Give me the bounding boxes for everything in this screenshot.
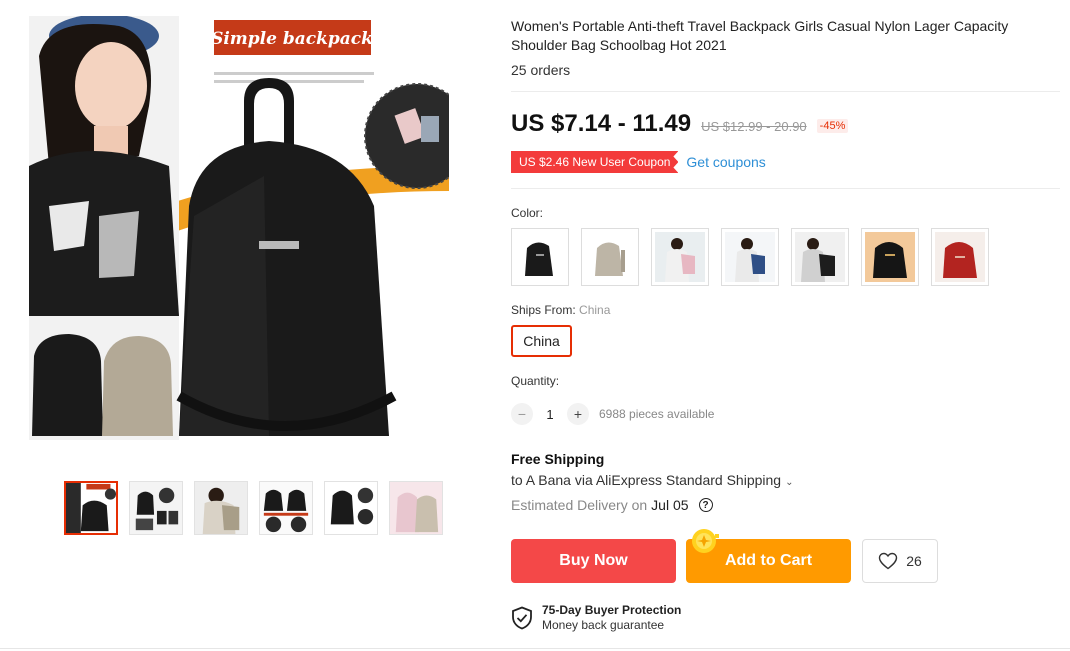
quantity-label: Quantity: xyxy=(511,374,560,388)
thumbnail-4[interactable] xyxy=(259,481,313,535)
banner-text: Simple backpack xyxy=(211,29,373,49)
color-swatch-pink[interactable] xyxy=(651,228,709,286)
color-swatches xyxy=(511,228,989,286)
help-icon[interactable]: ? xyxy=(698,498,713,512)
divider xyxy=(511,91,1060,92)
coupon-row: US $2.46 New User Coupon Get coupons xyxy=(511,151,766,173)
color-swatch-black-grey[interactable] xyxy=(791,228,849,286)
shipping-method-text: to A Bana via AliExpress Standard Shippi… xyxy=(511,472,782,488)
heart-icon xyxy=(879,552,898,570)
product-title: Women's Portable Anti-theft Travel Backp… xyxy=(511,18,1009,53)
orders-count: 25 orders xyxy=(511,62,571,78)
color-label: Color: xyxy=(511,206,544,220)
color-swatch-blue[interactable] xyxy=(721,228,779,286)
ships-from-title: Ships From: xyxy=(511,303,576,317)
bottom-divider xyxy=(0,648,1070,649)
color-swatch-black-orange[interactable] xyxy=(861,228,919,286)
thumbnail-3[interactable] xyxy=(194,481,248,535)
color-swatch-red[interactable] xyxy=(931,228,989,286)
product-photo: Simple backpack xyxy=(29,16,449,440)
quantity-stepper: − 1 + 6988 pieces available xyxy=(511,403,714,425)
coin-icon xyxy=(692,529,719,553)
thumbnail-5[interactable] xyxy=(324,481,378,535)
ships-from-label: Ships From: China xyxy=(511,303,610,317)
chevron-down-icon: ⌄ xyxy=(785,477,794,488)
color-swatch-khaki[interactable] xyxy=(581,228,639,286)
quantity-decrease-button[interactable]: − xyxy=(511,403,533,425)
quantity-value[interactable]: 1 xyxy=(533,407,567,422)
buyer-protection-subtitle: Money back guarantee xyxy=(542,618,665,632)
shield-check-icon xyxy=(512,606,532,630)
quantity-increase-button[interactable]: + xyxy=(567,403,589,425)
original-price: US $12.99 - 20.90 xyxy=(701,119,807,134)
main-product-image[interactable]: Simple backpack xyxy=(29,16,449,440)
thumbnail-2[interactable] xyxy=(129,481,183,535)
current-price: US $7.14 - 11.49 xyxy=(511,110,692,137)
wishlist-count: 26 xyxy=(906,553,922,569)
thumbnail-6[interactable] xyxy=(389,481,443,535)
buyer-protection[interactable]: 75-Day Buyer Protection Money back guara… xyxy=(511,603,681,633)
thumbnail-strip xyxy=(64,481,443,535)
buyer-protection-title: 75-Day Buyer Protection xyxy=(542,603,682,617)
estimated-delivery: Estimated Delivery on Jul 05 ? xyxy=(511,497,713,513)
price-row: US $7.14 - 11.49 US $12.99 - 20.90 -45% xyxy=(511,110,849,138)
color-swatch-black[interactable] xyxy=(511,228,569,286)
shipping-title: Free Shipping xyxy=(511,451,605,467)
ships-from-option-china[interactable]: China xyxy=(511,325,572,357)
new-user-coupon[interactable]: US $2.46 New User Coupon xyxy=(511,151,679,173)
wishlist-button[interactable]: 26 xyxy=(862,539,938,583)
ships-from-value: China xyxy=(579,303,611,317)
divider xyxy=(511,188,1060,189)
shipping-method[interactable]: to A Bana via AliExpress Standard Shippi… xyxy=(511,472,793,488)
pieces-available: 6988 pieces available xyxy=(599,407,715,421)
delivery-date: Jul 05 xyxy=(651,497,689,513)
get-coupons-link[interactable]: Get coupons xyxy=(686,154,765,170)
buyer-protection-text: 75-Day Buyer Protection Money back guara… xyxy=(542,603,681,633)
buy-now-button[interactable]: Buy Now xyxy=(511,539,676,583)
discount-badge: -45% xyxy=(816,119,849,133)
delivery-prefix: Estimated Delivery on xyxy=(511,497,648,513)
thumbnail-1[interactable] xyxy=(64,481,118,535)
